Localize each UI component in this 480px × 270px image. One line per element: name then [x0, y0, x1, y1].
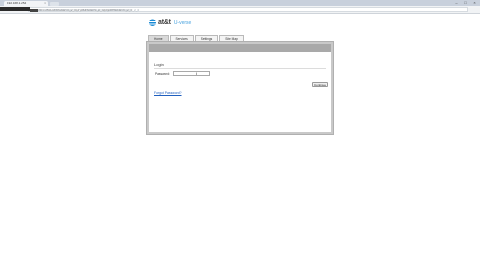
redacted-block-small — [30, 9, 38, 12]
uverse-wordmark: U-verse — [173, 19, 192, 26]
continue-button[interactable]: Continue — [312, 82, 328, 87]
brand-header: at&t U-verse — [149, 19, 191, 26]
text-cursor-icon: I — [196, 71, 198, 76]
maximize-button[interactable]: □ — [462, 0, 469, 5]
password-field[interactable]: I — [173, 71, 210, 76]
redacted-block — [0, 7, 30, 11]
login-panel: Login Password: I Continue Forgot Passwo… — [149, 52, 331, 132]
frame-header-bar — [149, 44, 331, 52]
taskbar — [0, 263, 480, 270]
login-title: Login — [154, 62, 164, 67]
att-globe-icon — [149, 19, 156, 26]
close-window-button[interactable]: × — [471, 0, 478, 5]
divider — [154, 68, 326, 69]
bookmarks-bar — [0, 14, 480, 21]
browser-tab-title: 192.168.1.254 — [7, 1, 27, 5]
minimize-button[interactable]: – — [453, 0, 460, 5]
url-echo-text: 192.168.1.254/xslt?PAGE=C_2_0&THISPAGE=C… — [38, 8, 140, 12]
att-wordmark: at&t — [158, 19, 171, 26]
forgot-password-link[interactable]: Forgot Password? — [154, 91, 182, 95]
password-label: Password: — [155, 72, 170, 76]
content-frame: Login Password: I Continue Forgot Passwo… — [146, 41, 334, 135]
